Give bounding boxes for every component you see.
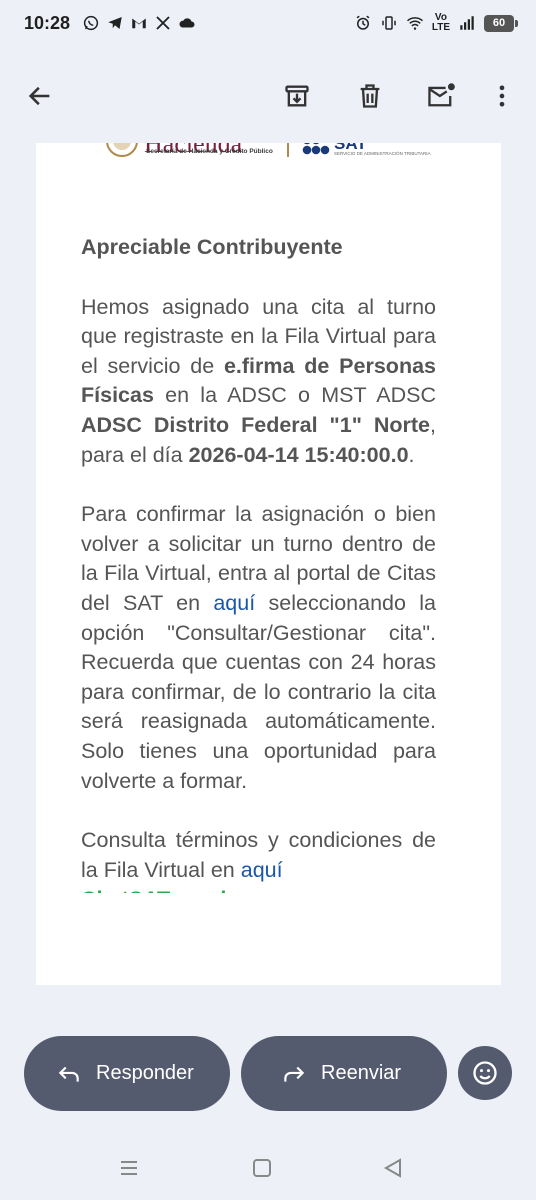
smiley-icon [473,1061,497,1085]
signal-icon [460,16,474,30]
text-segment: . [408,442,415,467]
home-icon[interactable] [250,1156,274,1180]
back-arrow-icon [28,86,50,106]
nav-back-icon[interactable] [381,1156,405,1180]
gmail-icon [132,18,146,29]
volte-icon: Vo LTE [431,12,450,33]
email-message: Apreciable Contribuyente Hemos asignado … [81,233,436,893]
status-bar: 10:28 Vo LTE 60 [0,0,536,46]
archive-button[interactable] [275,74,319,118]
email-header-logos: Hacienda Secretaría de Hacienda y Crédit… [104,143,444,171]
mark-unread-icon [428,83,455,107]
recents-icon[interactable] [117,1156,141,1180]
wifi-icon [406,17,423,30]
alarm-icon [356,15,370,30]
reply-button[interactable]: Responder [24,1036,230,1111]
system-icons: Vo LTE 60 [354,12,518,33]
reply-icon [56,1061,82,1087]
back-button[interactable] [18,74,62,118]
text-segment: seleccionando la opción "Consultar/Gesti… [81,590,436,793]
archive-icon [285,85,309,107]
delete-button[interactable] [348,74,392,118]
appointment-datetime: 2026-04-14 15:40:00.0 [188,442,409,467]
greeting: Apreciable Contribuyente [81,235,343,259]
x-icon [156,16,170,30]
appointment-paragraph: Hemos asignado una cita al turno que reg… [81,293,436,471]
mexico-seal-logo [106,143,138,157]
text-segment: en la ADSC o MST ADSC [153,383,436,408]
email-body: Hacienda Secretaría de Hacienda y Crédit… [36,143,501,985]
reply-label: Responder [96,1062,194,1084]
mark-unread-button[interactable] [419,74,463,118]
sat-logo-dots [302,143,330,155]
forward-button[interactable]: Reenviar [241,1036,447,1111]
emoji-reaction-button[interactable] [458,1046,512,1100]
sat-logo-subtitle: SERVICIO DE ADMINISTRACIÓN TRIBUTARIA [334,151,431,156]
citas-portal-link[interactable]: aquí [213,591,255,615]
battery-indicator: 60 [484,14,518,32]
forward-label: Reenviar [321,1062,402,1084]
logo-divider [287,143,289,157]
status-time: 10:28 [24,12,71,33]
vibrate-icon [382,16,396,30]
notification-icons [82,14,196,32]
forward-icon [281,1061,307,1087]
hacienda-logo-subtitle: Secretaría de Hacienda y Crédito Público [146,148,273,155]
more-options-button[interactable] [480,74,524,118]
delete-icon [360,84,380,108]
email-action-bar [0,60,536,132]
whatsapp-icon [83,15,99,31]
cloud-icon [179,18,195,28]
more-vert-icon [499,85,505,107]
system-nav-bar [0,1140,536,1200]
chatsat-line[interactable]: ChatSAT ayuda [81,885,436,893]
confirm-paragraph: Para confirmar la asignación o bien volv… [81,500,436,796]
office-name: ADSC Distrito Federal "1" Norte [81,412,431,437]
terms-paragraph: Consulta términos y condiciones de la Fi… [81,826,436,885]
terms-link[interactable]: aquí [241,858,283,882]
telegram-icon [108,17,122,29]
